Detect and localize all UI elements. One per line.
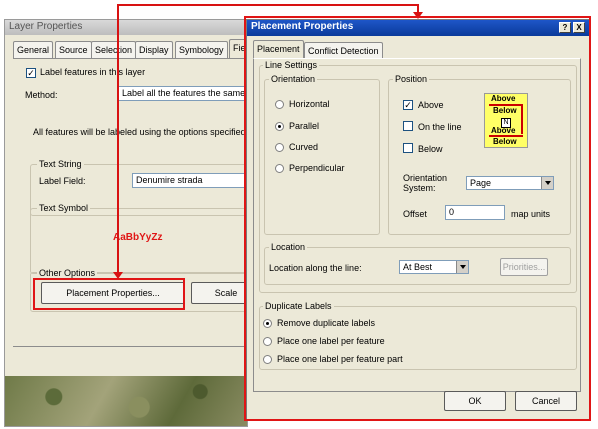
method-dropdown[interactable]: Label all the features the same w: [118, 86, 247, 101]
separator-line: [13, 346, 247, 347]
symbol-preview-text: AaBbYyZz: [113, 232, 163, 243]
text-symbol-group-label: Text Symbol: [37, 203, 91, 213]
tab-general[interactable]: General: [13, 41, 54, 58]
method-label: Method:: [25, 90, 58, 100]
label-field-label: Label Field:: [39, 176, 86, 186]
layer-properties-titlebar: Layer Properties: [5, 20, 247, 35]
label-field-dropdown[interactable]: Denumire strada: [132, 173, 247, 188]
annotation-highlight-placement-dialog: [244, 16, 591, 421]
tab-symbology[interactable]: Symbology: [175, 41, 228, 58]
label-features-checkbox[interactable]: ✓: [26, 68, 36, 78]
other-options-group-label: Other Options: [37, 268, 98, 278]
annotation-connector-vertical-left: [117, 4, 119, 276]
annotation-arrowhead-up: [113, 272, 123, 279]
tab-selection[interactable]: Selection: [91, 41, 137, 58]
text-string-group-label: Text String: [37, 159, 84, 169]
layer-properties-dialog: Layer Properties General Source Selectio…: [4, 19, 248, 427]
tab-display[interactable]: Display: [135, 41, 173, 58]
info-text: All features will be labeled using the o…: [33, 127, 248, 137]
label-features-label: Label features in this layer: [40, 67, 146, 77]
scale-range-button[interactable]: Scale: [191, 282, 247, 304]
tab-source[interactable]: Source: [55, 41, 92, 58]
annotation-highlight-placement-button: [33, 278, 185, 310]
map-imagery-background: [5, 376, 247, 426]
tab-panel-border: [13, 58, 247, 59]
annotation-connector-horizontal: [117, 4, 419, 6]
